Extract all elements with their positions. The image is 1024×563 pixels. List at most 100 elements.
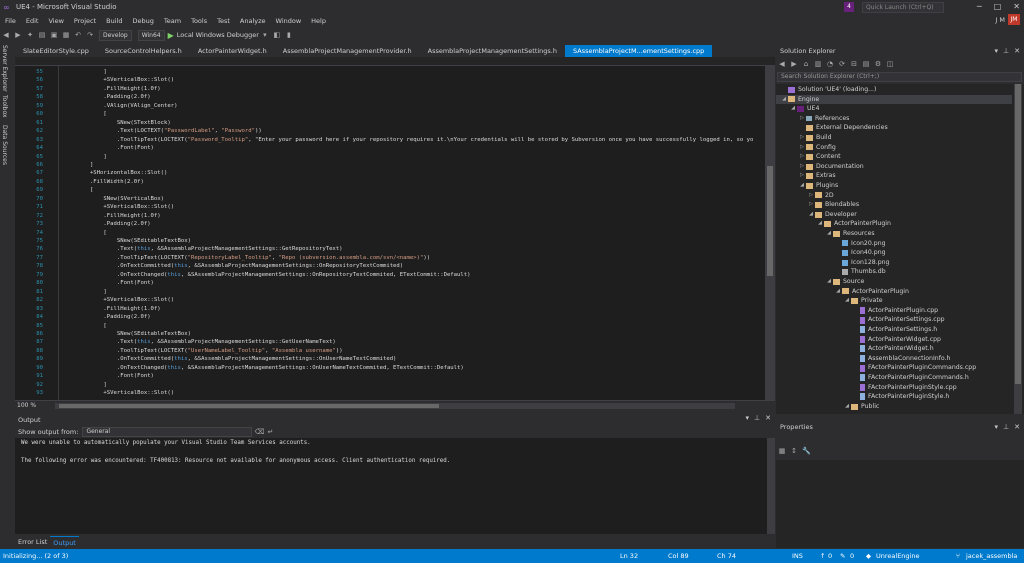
tree-node[interactable]: ◢ ActorPainterPlugin xyxy=(816,219,891,229)
tree-node[interactable]: ActorPainterWidget.cpp xyxy=(852,335,941,345)
tree-node[interactable]: ◢ Developer xyxy=(807,210,857,220)
tab-1[interactable]: SourceControlHelpers.h xyxy=(97,45,190,57)
tree-node[interactable]: ◢ Private xyxy=(843,296,883,306)
tab-4[interactable]: AssemblaProjectManagementSettings.h xyxy=(420,45,565,57)
pending-changes-icon[interactable]: ◔ xyxy=(826,60,834,68)
code-line[interactable]: 63 .ToolTipText(LOCTEXT("Password_Toolti… xyxy=(15,136,765,145)
code-line[interactable]: 62 .Text(LOCTEXT("PasswordLabel", "Passw… xyxy=(15,127,765,136)
expand-arrow-icon[interactable]: ▷ xyxy=(807,200,815,210)
maximize-icon[interactable]: □ xyxy=(994,0,1002,14)
menu-file[interactable]: File xyxy=(0,17,21,25)
code-line[interactable]: 73 .Padding(2.0f) xyxy=(15,220,765,229)
props-pin-icon[interactable]: ⊥ xyxy=(1003,421,1009,433)
new-project-icon[interactable]: ✦ xyxy=(26,31,34,39)
expand-arrow-icon[interactable]: ▷ xyxy=(798,171,806,181)
tree-node[interactable]: FActorPainterPluginStyle.h xyxy=(852,392,949,402)
tree-node[interactable]: ▷ Content xyxy=(798,152,841,162)
collapse-arrow-icon[interactable]: ◢ xyxy=(843,402,851,412)
code-text[interactable]: ] xyxy=(63,288,106,297)
h-scroll-thumb[interactable] xyxy=(59,404,439,408)
props-close-icon[interactable]: ✕ xyxy=(1014,421,1020,433)
platform-select[interactable]: Win64 xyxy=(137,29,165,41)
categorized-icon[interactable]: ▦ xyxy=(778,447,786,455)
code-line[interactable]: 78 .OnTextCommitted(this, &SAssemblaProj… xyxy=(15,262,765,271)
menu-window[interactable]: Window xyxy=(271,17,307,25)
bottom-tab-error-list[interactable]: Error List xyxy=(15,536,50,548)
save-icon[interactable]: ▣ xyxy=(50,31,58,39)
word-wrap-icon[interactable]: ↵ xyxy=(266,428,274,436)
pane-close-icon[interactable]: ✕ xyxy=(765,414,771,422)
sync-icon[interactable]: ⟳ xyxy=(838,60,846,68)
code-text[interactable]: [ xyxy=(63,322,106,331)
code-text[interactable]: ] xyxy=(63,153,106,162)
code-text[interactable]: +SHorizontalBox::Slot() xyxy=(63,169,167,178)
code-line[interactable]: 66 ] xyxy=(15,161,765,170)
code-text[interactable]: .Font(Font) xyxy=(63,372,154,381)
code-line[interactable]: 59 .VAlign(VAlign_Center) xyxy=(15,102,765,111)
alphabetical-icon[interactable]: ↕ xyxy=(790,447,798,455)
tree-node[interactable]: Icon128.png xyxy=(834,258,890,268)
code-text[interactable]: .Text(this, &SAssemblaProjectManagementS… xyxy=(63,338,336,347)
menu-test[interactable]: Test xyxy=(212,17,235,25)
menu-team[interactable]: Team xyxy=(159,17,186,25)
code-line[interactable]: 92 ] xyxy=(15,381,765,390)
bookmark-icon[interactable]: ▮ xyxy=(285,31,293,39)
status-unpushed[interactable]: 0 xyxy=(828,552,832,560)
tree-scrollbar[interactable] xyxy=(1014,84,1022,414)
tree-node[interactable]: External Dependencies xyxy=(798,123,888,133)
debugger-dropdown-icon[interactable]: ▾ xyxy=(261,31,269,39)
code-text[interactable]: .Font(Font) xyxy=(63,144,154,153)
open-icon[interactable]: ▤ xyxy=(38,31,46,39)
code-text[interactable]: .Padding(2.0f) xyxy=(63,220,150,229)
tree-node[interactable]: FActorPainterPluginCommands.h xyxy=(852,373,969,383)
code-text[interactable]: SNew(SVerticalBox) xyxy=(63,195,164,204)
code-text[interactable]: .ToolTipText(LOCTEXT("RepositoryLabel_To… xyxy=(63,254,430,263)
data-sources-tab[interactable]: Data Sources xyxy=(1,125,8,165)
menu-debug[interactable]: Debug xyxy=(128,17,159,25)
clear-all-icon[interactable]: ⌫ xyxy=(254,428,264,436)
code-line[interactable]: 71 +SVerticalBox::Slot() xyxy=(15,203,765,212)
se-back-icon[interactable]: ◀ xyxy=(778,60,786,68)
save-all-icon[interactable]: ▦ xyxy=(62,31,70,39)
code-text[interactable]: .OnTextCommitted(this, &SAssemblaProject… xyxy=(63,262,403,271)
code-line[interactable]: 76 .Text(this, &SAssemblaProjectManageme… xyxy=(15,245,765,254)
expand-arrow-icon[interactable]: ▷ xyxy=(798,143,806,153)
show-all-files-icon[interactable]: ▤ xyxy=(862,60,870,68)
code-text[interactable]: .OnTextChanged(this, &SAssemblaProjectMa… xyxy=(63,271,471,280)
back-icon[interactable]: ◀ xyxy=(2,31,10,39)
code-line[interactable]: 61 SNew(STextBlock) xyxy=(15,119,765,128)
code-line[interactable]: 68 .FillWidth(2.0f) xyxy=(15,178,765,187)
tree-node[interactable]: ActorPainterPlugin.cpp xyxy=(852,306,938,316)
status-branch[interactable]: jacek_assembla xyxy=(966,552,1017,560)
configuration-select[interactable]: Develop xyxy=(99,29,132,41)
code-line[interactable]: 83 .FillHeight(1.0f) xyxy=(15,305,765,314)
start-debug-icon[interactable]: ▶ xyxy=(168,31,174,40)
tree-node[interactable]: Solution 'UE4' (loading...) xyxy=(780,85,876,95)
minimize-icon[interactable]: ─ xyxy=(977,0,982,14)
expand-arrow-icon[interactable]: ▷ xyxy=(807,191,815,201)
collapse-arrow-icon[interactable]: ◢ xyxy=(843,296,851,306)
collapse-arrow-icon[interactable]: ◢ xyxy=(798,181,806,191)
props-menu-icon[interactable]: ▾ xyxy=(995,421,999,433)
code-line[interactable]: 55 ] xyxy=(15,68,765,77)
code-text[interactable]: .VAlign(VAlign_Center) xyxy=(63,102,177,111)
code-text[interactable]: [ xyxy=(63,110,106,119)
tree-node[interactable]: ◢ ActorPainterPlugin xyxy=(834,287,909,297)
tab-3[interactable]: AssemblaProjectManagementProvider.h xyxy=(275,45,420,57)
avatar[interactable]: JM xyxy=(1008,14,1020,25)
code-line[interactable]: 91 .Font(Font) xyxy=(15,372,765,381)
attach-icon[interactable]: ◧ xyxy=(273,31,281,39)
expand-arrow-icon[interactable]: ▷ xyxy=(798,114,806,124)
code-text[interactable]: SNew(SEditableTextBox) xyxy=(63,237,191,246)
code-text[interactable]: ] xyxy=(63,381,106,390)
notification-badge[interactable]: 4 xyxy=(844,2,854,12)
menu-project[interactable]: Project xyxy=(69,17,101,25)
collapse-arrow-icon[interactable]: ◢ xyxy=(789,104,797,114)
tree-scroll-thumb[interactable] xyxy=(1015,84,1021,384)
code-line[interactable]: 74 [ xyxy=(15,229,765,238)
property-pages-icon[interactable]: 🔧 xyxy=(802,447,811,455)
collapse-all-icon[interactable]: ⊟ xyxy=(850,60,858,68)
code-text[interactable]: .Text(LOCTEXT("PasswordLabel", "Password… xyxy=(63,127,262,136)
user-account[interactable]: J M JM xyxy=(995,14,1020,25)
code-text[interactable]: +SVerticalBox::Slot() xyxy=(63,76,174,85)
